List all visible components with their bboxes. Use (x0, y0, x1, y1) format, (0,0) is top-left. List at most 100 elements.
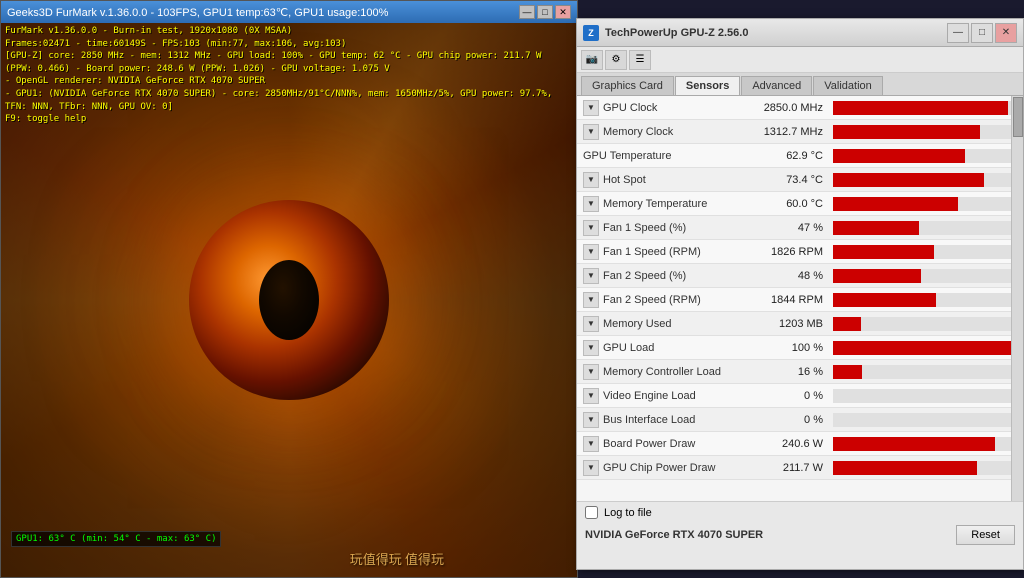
sensor-dropdown-0[interactable]: ▼ (583, 100, 599, 116)
sensor-label-text-11: Memory Controller Load (603, 366, 721, 378)
sensor-value-11: 16 % (747, 366, 827, 378)
gpuz-sensors-panel: ▼GPU Clock2850.0 MHz▼Memory Clock1312.7 … (577, 96, 1023, 546)
furmark-info-line5: - GPU1: (NVIDIA GeForce RTX 4070 SUPER) … (5, 88, 573, 113)
sensor-dropdown-13[interactable]: ▼ (583, 412, 599, 428)
sensor-label-text-7: Fan 2 Speed (%) (603, 270, 686, 282)
sensor-dropdown-3[interactable]: ▼ (583, 172, 599, 188)
sensor-value-0: 2850.0 MHz (747, 102, 827, 114)
tab-validation[interactable]: Validation (813, 76, 883, 95)
sensor-dropdown-5[interactable]: ▼ (583, 220, 599, 236)
tab-graphics-card[interactable]: Graphics Card (581, 76, 674, 95)
sensor-bar-container-12 (833, 389, 1017, 403)
sensor-value-15: 211.7 W (747, 462, 827, 474)
sensor-bar-container-0 (833, 101, 1017, 115)
sensor-label-6: ▼Fan 1 Speed (RPM) (577, 244, 747, 260)
sensor-label-text-14: Board Power Draw (603, 438, 695, 450)
furmark-window-controls: — □ ✕ (519, 5, 571, 19)
sensor-value-8: 1844 RPM (747, 294, 827, 306)
sensor-dropdown-10[interactable]: ▼ (583, 340, 599, 356)
sensor-row-7: ▼ Fan 2 Speed (%) 48 % (577, 264, 1023, 288)
sensor-dropdown-9[interactable]: ▼ (583, 316, 599, 332)
sensor-bar-2 (833, 149, 965, 163)
gpuz-app-icon: Z (583, 25, 599, 41)
gpuz-scrollbar[interactable] (1011, 96, 1023, 546)
sensor-label-text-13: Bus Interface Load (603, 414, 695, 426)
sensor-row-4: ▼ Memory Temperature 60.0 °C (577, 192, 1023, 216)
sensor-row-8: ▼Fan 2 Speed (RPM)1844 RPM (577, 288, 1023, 312)
sensor-value-2: 62.9 °C (747, 150, 827, 162)
sensor-bar-container-1 (833, 125, 1017, 139)
sensor-dropdown-8[interactable]: ▼ (583, 292, 599, 308)
gpuz-title-left: Z TechPowerUp GPU-Z 2.56.0 (583, 25, 748, 41)
sensor-label-text-10: GPU Load (603, 342, 654, 354)
log-to-file-checkbox[interactable] (585, 506, 598, 519)
sensor-row-11: ▼ Memory Controller Load 16 % (577, 360, 1023, 384)
sensor-bar-8 (833, 293, 936, 307)
sensor-label-8: ▼Fan 2 Speed (RPM) (577, 292, 747, 308)
sensor-label-7: ▼ Fan 2 Speed (%) (577, 268, 747, 284)
sensor-bar-container-4 (833, 197, 1017, 211)
furmark-center-eye (189, 200, 389, 400)
sensor-row-15: ▼ GPU Chip Power Draw 211.7 W (577, 456, 1023, 480)
sensor-bar-6 (833, 245, 934, 259)
furmark-info-line4: - OpenGL renderer: NVIDIA GeForce RTX 40… (5, 75, 573, 88)
sensor-dropdown-12[interactable]: ▼ (583, 388, 599, 404)
reset-button[interactable]: Reset (956, 525, 1015, 545)
sensor-dropdown-7[interactable]: ▼ (583, 268, 599, 284)
sensor-value-3: 73.4 °C (747, 174, 827, 186)
sensor-bar-container-8 (833, 293, 1017, 307)
sensor-value-4: 60.0 °C (747, 198, 827, 210)
sensor-dropdown-6[interactable]: ▼ (583, 244, 599, 260)
sensor-label-0: ▼ GPU Clock (577, 100, 747, 116)
sensor-row-13: ▼ Bus Interface Load 0 % (577, 408, 1023, 432)
sensor-dropdown-4[interactable]: ▼ (583, 196, 599, 212)
furmark-minimize-button[interactable]: — (519, 5, 535, 19)
sensor-row-0: ▼ GPU Clock 2850.0 MHz (577, 96, 1023, 120)
sensor-label-text-15: GPU Chip Power Draw (603, 462, 715, 474)
sensor-row-9: ▼Memory Used1203 MB (577, 312, 1023, 336)
log-to-file-label: Log to file (604, 507, 652, 519)
gpuz-tabs: Graphics Card Sensors Advanced Validatio… (577, 73, 1023, 96)
sensor-dropdown-15[interactable]: ▼ (583, 460, 599, 476)
sensor-value-13: 0 % (747, 414, 827, 426)
tab-advanced[interactable]: Advanced (741, 76, 812, 95)
tab-sensors[interactable]: Sensors (675, 76, 740, 95)
furmark-content: FurMark v1.36.0.0 - Burn-in test, 1920x1… (1, 23, 577, 577)
sensor-label-9: ▼Memory Used (577, 316, 747, 332)
gpuz-minimize-button[interactable]: — (947, 23, 969, 43)
gpuz-window-controls: — □ ✕ (947, 23, 1017, 43)
gpuz-footer: NVIDIA GeForce RTX 4070 SUPER Reset (577, 523, 1023, 547)
gpuz-scrollbar-thumb[interactable] (1013, 97, 1023, 137)
sensor-bar-4 (833, 197, 958, 211)
furmark-info-overlay: FurMark v1.36.0.0 - Burn-in test, 1920x1… (1, 23, 577, 128)
furmark-info-line6: F9: toggle help (5, 113, 573, 126)
sensor-row-5: ▼Fan 1 Speed (%)47 % (577, 216, 1023, 240)
furmark-pupil (259, 260, 319, 340)
gpuz-screenshot-icon[interactable]: 📷 (581, 50, 603, 70)
sensor-bar-15 (833, 461, 977, 475)
gpuz-menu-icon[interactable]: ☰ (629, 50, 651, 70)
sensor-value-5: 47 % (747, 222, 827, 234)
sensor-label-text-4: Memory Temperature (603, 198, 707, 210)
sensor-label-text-0: GPU Clock (603, 102, 657, 114)
sensor-row-3: ▼ Hot Spot 73.4 °C (577, 168, 1023, 192)
furmark-info-line3: [GPU-Z] core: 2850 MHz - mem: 1312 MHz -… (5, 50, 573, 75)
sensor-label-text-3: Hot Spot (603, 174, 646, 186)
sensor-bar-10 (833, 341, 1017, 355)
sensor-dropdown-1[interactable]: ▼ (583, 124, 599, 140)
sensor-bar-container-10 (833, 341, 1017, 355)
furmark-close-button[interactable]: ✕ (555, 5, 571, 19)
sensor-dropdown-14[interactable]: ▼ (583, 436, 599, 452)
sensor-value-7: 48 % (747, 270, 827, 282)
gpuz-maximize-button[interactable]: □ (971, 23, 993, 43)
sensor-dropdown-11[interactable]: ▼ (583, 364, 599, 380)
gpuz-close-button[interactable]: ✕ (995, 23, 1017, 43)
sensor-bar-1 (833, 125, 980, 139)
sensor-bar-5 (833, 221, 919, 235)
gpuz-settings-icon[interactable]: ⚙ (605, 50, 627, 70)
gpu-name-label: NVIDIA GeForce RTX 4070 SUPER (585, 529, 763, 541)
sensor-row-2: GPU Temperature62.9 °C (577, 144, 1023, 168)
sensor-row-6: ▼Fan 1 Speed (RPM)1826 RPM (577, 240, 1023, 264)
sensor-bar-7 (833, 269, 921, 283)
furmark-maximize-button[interactable]: □ (537, 5, 553, 19)
